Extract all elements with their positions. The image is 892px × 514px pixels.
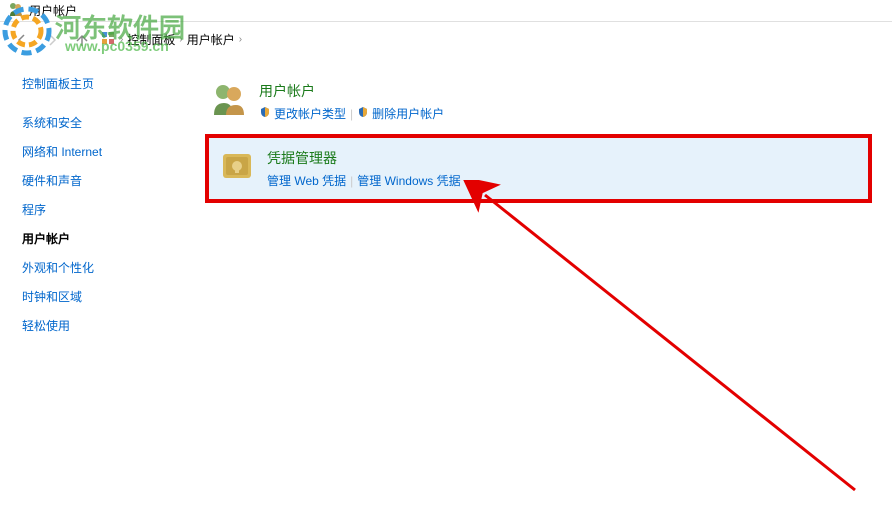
separator: | [350,174,353,188]
category-title[interactable]: 凭据管理器 [267,148,858,168]
sidebar-item-user-accounts[interactable]: 用户帐户 [22,224,185,253]
sidebar-item-system-security[interactable]: 系统和安全 [22,108,185,137]
shield-icon [357,106,369,121]
link-delete-account[interactable]: 删除用户帐户 [357,105,444,122]
breadcrumb-item[interactable]: 用户帐户 [187,31,235,48]
sidebar-item-appearance[interactable]: 外观和个性化 [22,253,185,282]
link-manage-windows-credentials[interactable]: 管理 Windows 凭据 [357,172,460,189]
separator: | [350,107,353,121]
link-change-account-type[interactable]: 更改帐户类型 [259,105,346,122]
category-credential-manager: 凭据管理器 管理 Web 凭据 | 管理 Windows 凭据 [205,134,872,203]
sidebar-home[interactable]: 控制面板主页 [22,75,185,92]
watermark-logo [2,6,52,61]
sidebar-item-network[interactable]: 网络和 Internet [22,137,185,166]
sidebar-item-accessibility[interactable]: 轻松使用 [22,311,185,340]
category-title[interactable]: 用户帐户 [259,81,866,101]
sidebar: 控制面板主页 系统和安全 网络和 Internet 硬件和声音 程序 用户帐户 … [0,57,195,514]
link-manage-web-credentials[interactable]: 管理 Web 凭据 [267,172,346,189]
user-accounts-icon [211,81,247,117]
sidebar-item-clock[interactable]: 时钟和区域 [22,282,185,311]
shield-icon [259,106,271,121]
sidebar-item-hardware[interactable]: 硬件和声音 [22,166,185,195]
main-content: 用户帐户 更改帐户类型 | 删除用户帐户 [195,57,892,514]
chevron-right-icon: › [239,34,242,45]
credential-manager-icon [219,148,255,184]
watermark-url: www.pc0359.cn [65,38,169,54]
sidebar-item-programs[interactable]: 程序 [22,195,185,224]
category-user-accounts: 用户帐户 更改帐户类型 | 删除用户帐户 [205,75,872,128]
